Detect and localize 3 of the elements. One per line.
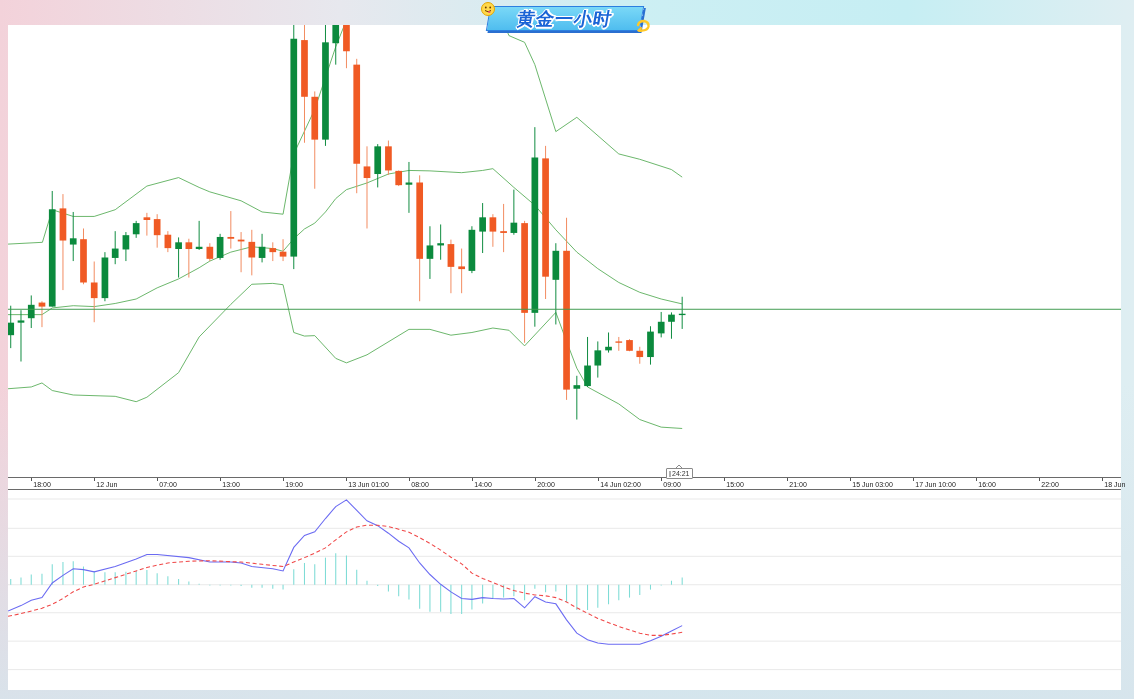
smiley-icon [481,2,495,16]
curved-arrow-icon [636,19,651,32]
banner-title: 黄金一小时 [515,7,615,30]
